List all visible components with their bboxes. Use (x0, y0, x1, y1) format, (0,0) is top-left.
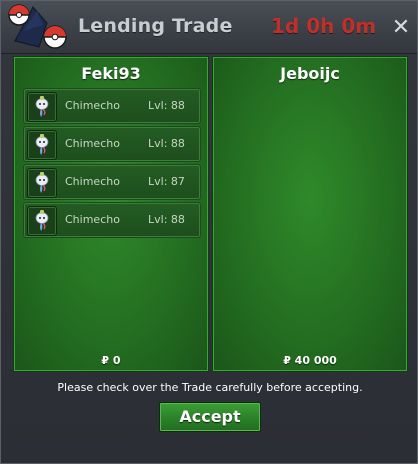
accept-button[interactable]: Accept (159, 402, 261, 432)
pokemon-slot[interactable]: Chimecho Lvl: 88 (23, 126, 201, 162)
pokemon-icon-box (27, 206, 57, 236)
player-offer-panel-right: Jeboijc ₽ 40 000 (212, 56, 408, 372)
pokemon-level: Lvl: 88 (148, 213, 185, 226)
window-title: Lending Trade (78, 15, 233, 37)
chimecho-sprite-icon (35, 172, 49, 193)
chimecho-sprite-icon (35, 134, 49, 155)
pokemon-level: Lvl: 88 (148, 99, 185, 112)
pokemon-level: Lvl: 88 (148, 137, 185, 150)
pokemon-slot[interactable]: Chimecho Lvl: 88 (23, 88, 201, 124)
money-offer: ₽ 40 000 (283, 354, 337, 367)
trade-timer: 1d 0h 0m (271, 14, 377, 38)
chimecho-sprite-icon (35, 210, 49, 231)
trade-notice: Please check over the Trade carefully be… (57, 381, 363, 394)
pokemon-icon-box (27, 130, 57, 160)
pokemon-icon-box (27, 92, 57, 122)
pokemon-slot[interactable]: Chimecho Lvl: 87 (23, 164, 201, 200)
player-offer-panel-left: Feki93 Chimecho Lvl: 88 Chimecho Lvl: 88… (13, 56, 209, 372)
pokemon-slot[interactable]: Chimecho Lvl: 88 (23, 202, 201, 238)
close-icon[interactable]: ✕ (391, 17, 411, 39)
player-name: Jeboijc (280, 64, 340, 83)
title-bar[interactable]: Lending Trade 1d 0h 0m ✕ (1, 1, 417, 54)
game-logo-icon (8, 4, 67, 49)
chimecho-sprite-icon (35, 96, 49, 117)
pokemon-name: Chimecho (65, 175, 120, 188)
player-name: Feki93 (81, 64, 141, 83)
pokemon-icon-box (27, 168, 57, 198)
pokemon-level: Lvl: 87 (148, 175, 185, 188)
lending-trade-window: Lending Trade 1d 0h 0m ✕ Feki93 Chimecho… (0, 0, 418, 464)
pokemon-name: Chimecho (65, 137, 120, 150)
pokemon-name: Chimecho (65, 213, 120, 226)
money-offer: ₽ 0 (101, 354, 121, 367)
pokemon-name: Chimecho (65, 99, 120, 112)
